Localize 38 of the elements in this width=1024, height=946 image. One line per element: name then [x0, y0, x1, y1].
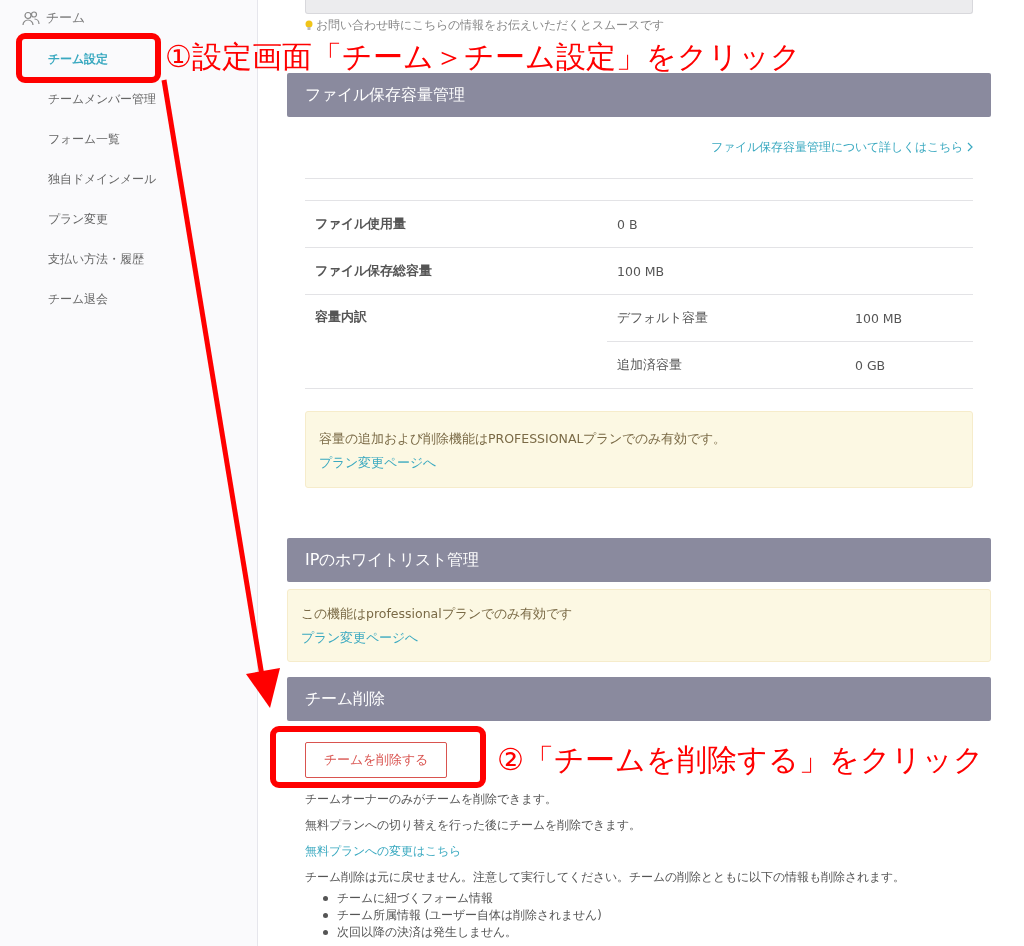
list-item-text: チームに紐づくフォーム情報	[337, 891, 493, 906]
bullet-icon	[323, 896, 328, 901]
warning-text: チーム削除は元に戻せません。注意して実行してください。チームの削除とともに以下の情報も削除されます。	[305, 869, 906, 886]
sidebar-item[interactable]: チームメンバー管理	[48, 79, 156, 119]
lightbulb-icon	[305, 20, 313, 31]
bullet-icon	[323, 913, 328, 918]
note-text: チームオーナーのみがチームを削除できます。	[305, 791, 558, 808]
sidebar-group-title: チーム	[46, 9, 85, 27]
table-cell: ファイル使用量	[305, 200, 607, 248]
section-header: ファイル保存容量管理	[287, 73, 991, 117]
bullet-icon	[323, 930, 328, 935]
table-cell: 100 MB	[607, 247, 973, 295]
delete-team-button[interactable]: チームを削除する	[305, 742, 447, 778]
annotation-text: ①設定画面「チーム＞チーム設定」をクリック	[165, 42, 801, 72]
section-header: チーム削除	[287, 677, 991, 721]
table-cell: 0 GB	[845, 341, 973, 389]
table-cell: ファイル保存総容量	[305, 247, 607, 295]
table-cell: デフォルト容量	[607, 294, 845, 342]
section-header: IPのホワイトリスト管理	[287, 538, 991, 582]
list-item-text: 次回以降の決済は発生しません。	[337, 925, 517, 940]
table-cell: 0 B	[607, 200, 973, 248]
table-cell: 100 MB	[845, 294, 973, 342]
list-item-text: チーム所属情報 (ユーザー自体は削除されません)	[337, 908, 602, 923]
sidebar-item[interactable]: プラン変更	[48, 199, 108, 239]
sidebar-item[interactable]: チーム退会	[48, 279, 108, 319]
table-cell: 追加済容量	[607, 341, 845, 389]
notice-text: この機能はprofessionalプランでのみ有効です	[301, 606, 572, 621]
sidebar-item[interactable]: 独自ドメインメール	[48, 159, 156, 199]
table-cell: 容量内訳	[305, 294, 607, 389]
annotation-text: ②「チームを削除する」をクリック	[497, 745, 984, 775]
sidebar-item[interactable]: 支払い方法・履歴	[48, 239, 144, 279]
note-text: 無料プランへの切り替えを行った後にチームを削除できます。	[305, 817, 642, 834]
chevron-right-icon	[967, 142, 973, 152]
people-icon	[22, 10, 40, 26]
notice-text: 容量の追加および削除機能はPROFESSIONALプランでのみ有効です。	[319, 431, 727, 446]
sidebar-item[interactable]: フォーム一覧	[48, 119, 120, 159]
text-field[interactable]	[305, 0, 973, 14]
hint-text: お問い合わせ時にこちらの情報をお伝えいただくとスムースです	[316, 17, 664, 34]
